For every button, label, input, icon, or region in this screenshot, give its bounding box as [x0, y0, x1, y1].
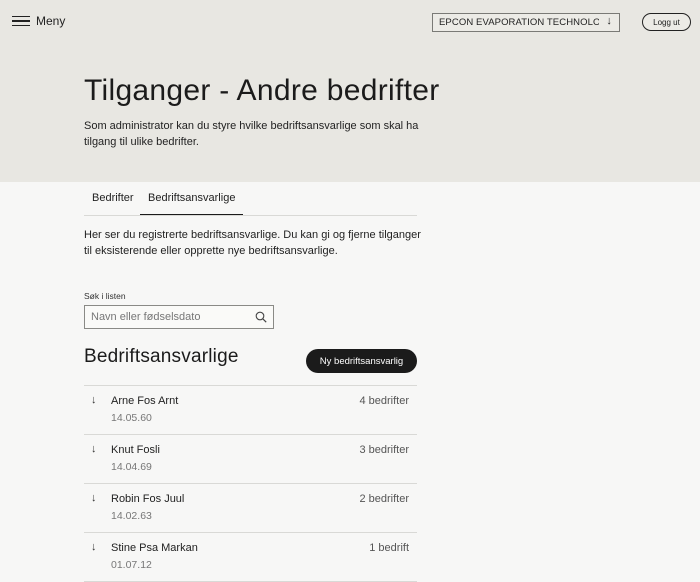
- page-title: Tilganger - Andre bedrifter: [84, 74, 440, 107]
- search-field: [84, 305, 274, 329]
- arrow-down-icon: ↓: [91, 492, 97, 504]
- menu-label: Meny: [36, 14, 66, 28]
- page-intro: Som administrator kan du styre hvilke be…: [84, 120, 419, 148]
- section-description: Her ser du registrerte bedriftsansvarlig…: [84, 229, 421, 257]
- person-name: Stine Psa Markan: [111, 542, 198, 554]
- person-birthdate: 14.05.60: [111, 412, 152, 424]
- arrow-down-icon: ↓: [91, 394, 97, 406]
- person-name: Knut Fosli: [111, 444, 160, 456]
- person-birthdate: 01.07.12: [111, 559, 152, 571]
- company-count: 2 bedrifter: [359, 493, 409, 505]
- company-select-value: EPCON EVAPORATION TECHNOLO...: [439, 17, 599, 28]
- list-item[interactable]: ↓ Knut Fosli 14.04.69 3 bedrifter: [84, 435, 417, 484]
- list-item[interactable]: ↓ Stine Psa Markan 01.07.12 1 bedrift: [84, 533, 417, 582]
- search-icon[interactable]: [255, 311, 267, 323]
- company-count: 4 bedrifter: [359, 395, 409, 407]
- person-name: Arne Fos Arnt: [111, 395, 179, 407]
- tab-bedrifter[interactable]: Bedrifter: [84, 183, 142, 214]
- tab-bar: Bedrifter Bedriftsansvarlige: [84, 183, 417, 216]
- tab-bedriftsansvarlige[interactable]: Bedriftsansvarlige: [140, 183, 244, 215]
- company-count: 1 bedrift: [369, 542, 409, 554]
- list-item[interactable]: ↓ Arne Fos Arnt 14.05.60 4 bedrifter: [84, 386, 417, 435]
- company-count: 3 bedrifter: [359, 444, 409, 456]
- person-birthdate: 14.02.63: [111, 510, 152, 522]
- search-input[interactable]: [85, 306, 257, 328]
- arrow-down-icon: ↓: [91, 443, 97, 455]
- menu-button[interactable]: Meny: [12, 14, 65, 28]
- responsible-list: ↓ Arne Fos Arnt 14.05.60 4 bedrifter ↓ K…: [84, 385, 417, 582]
- search-label: Søk i listen: [84, 291, 126, 301]
- arrow-down-icon: ↓: [91, 541, 97, 553]
- new-responsible-button[interactable]: Ny bedriftsansvarlig: [306, 349, 417, 373]
- logout-button[interactable]: Logg ut: [642, 13, 691, 31]
- list-title: Bedriftsansvarlige: [84, 346, 239, 367]
- hamburger-icon: [12, 15, 30, 27]
- company-select[interactable]: EPCON EVAPORATION TECHNOLO... ↓: [432, 13, 620, 32]
- arrow-down-icon: ↓: [606, 15, 612, 27]
- person-birthdate: 14.04.69: [111, 461, 152, 473]
- list-item[interactable]: ↓ Robin Fos Juul 14.02.63 2 bedrifter: [84, 484, 417, 533]
- person-name: Robin Fos Juul: [111, 493, 185, 505]
